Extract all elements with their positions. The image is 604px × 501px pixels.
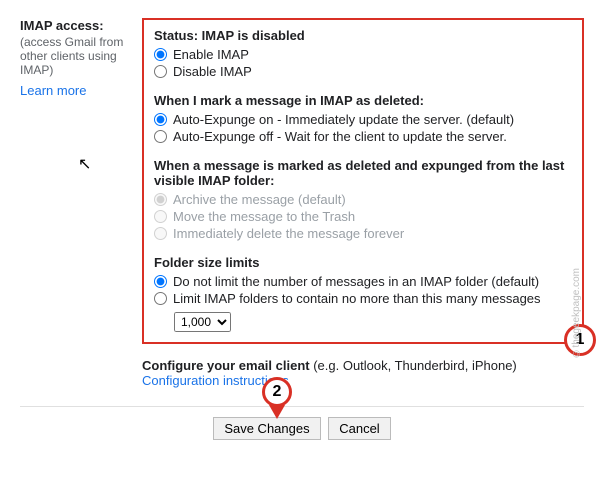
expunge-off-option[interactable]: Auto-Expunge off - Wait for the client t…: [154, 129, 572, 144]
trash-label: Move the message to the Trash: [173, 209, 355, 224]
disable-imap-radio[interactable]: [154, 65, 167, 78]
expunged-title: When a message is marked as deleted and …: [154, 158, 572, 188]
imap-access-sublabel: (access Gmail from other clients using I…: [20, 35, 130, 77]
learn-more-link[interactable]: Learn more: [20, 83, 86, 98]
expunge-on-radio[interactable]: [154, 113, 167, 126]
configuration-instructions-link[interactable]: Configuration instructions: [142, 373, 289, 388]
delete-forever-radio: [154, 227, 167, 240]
status-title: Status: IMAP is disabled: [154, 28, 572, 43]
limit-option[interactable]: Limit IMAP folders to contain no more th…: [154, 291, 572, 306]
expunge-off-label: Auto-Expunge off - Wait for the client t…: [173, 129, 507, 144]
save-changes-button[interactable]: Save Changes: [213, 417, 320, 440]
configure-title-bold: Configure your email client: [142, 358, 310, 373]
configure-title-rest: (e.g. Outlook, Thunderbird, iPhone): [310, 358, 517, 373]
delete-forever-option: Immediately delete the message forever: [154, 226, 572, 241]
divider: [20, 406, 584, 407]
no-limit-radio[interactable]: [154, 275, 167, 288]
mark-deleted-title: When I mark a message in IMAP as deleted…: [154, 93, 572, 108]
enable-imap-label: Enable IMAP: [173, 47, 249, 62]
archive-radio: [154, 193, 167, 206]
archive-label: Archive the message (default): [173, 192, 346, 207]
limit-radio[interactable]: [154, 292, 167, 305]
delete-forever-label: Immediately delete the message forever: [173, 226, 404, 241]
disable-imap-label: Disable IMAP: [173, 64, 252, 79]
imap-settings-panel: Status: IMAP is disabled Enable IMAP Dis…: [142, 18, 584, 344]
disable-imap-option[interactable]: Disable IMAP: [154, 64, 572, 79]
configure-client-block: Configure your email client (e.g. Outloo…: [142, 358, 584, 388]
archive-option: Archive the message (default): [154, 192, 572, 207]
imap-access-label-block: IMAP access: (access Gmail from other cl…: [20, 18, 130, 344]
enable-imap-radio[interactable]: [154, 48, 167, 61]
folder-limits-title: Folder size limits: [154, 255, 572, 270]
no-limit-label: Do not limit the number of messages in a…: [173, 274, 539, 289]
cancel-button[interactable]: Cancel: [328, 417, 390, 440]
expunge-on-label: Auto-Expunge on - Immediately update the…: [173, 112, 514, 127]
trash-option: Move the message to the Trash: [154, 209, 572, 224]
expunge-on-option[interactable]: Auto-Expunge on - Immediately update the…: [154, 112, 572, 127]
enable-imap-option[interactable]: Enable IMAP: [154, 47, 572, 62]
imap-access-label: IMAP access:: [20, 18, 130, 33]
limit-label: Limit IMAP folders to contain no more th…: [173, 291, 541, 306]
cursor-icon: ↖: [78, 154, 91, 174]
expunge-off-radio[interactable]: [154, 130, 167, 143]
trash-radio: [154, 210, 167, 223]
folder-limit-select[interactable]: 1,000: [174, 312, 231, 332]
watermark-text: ©thegeekpage.com: [571, 268, 582, 359]
no-limit-option[interactable]: Do not limit the number of messages in a…: [154, 274, 572, 289]
